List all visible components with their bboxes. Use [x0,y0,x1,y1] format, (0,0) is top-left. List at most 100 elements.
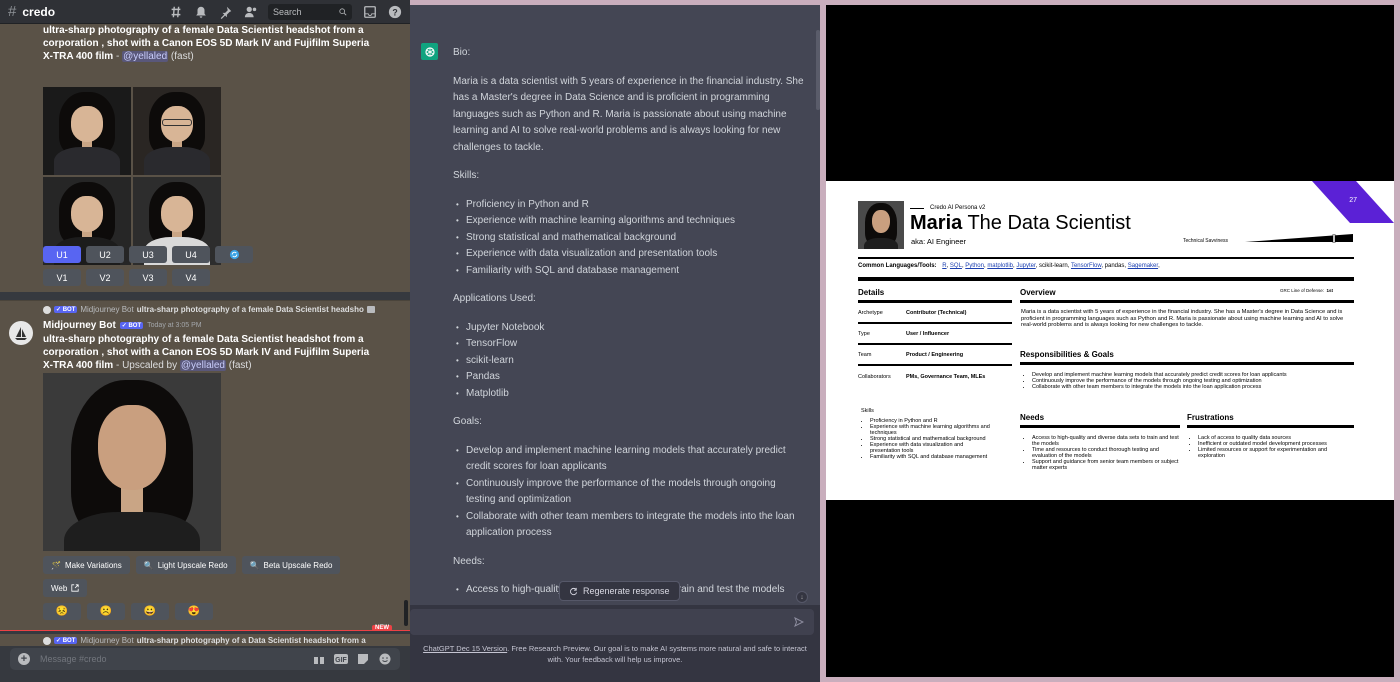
skills-list: Proficiency in Python and R Experience w… [862,418,990,460]
bot-badge: ✓ BOT [54,637,78,644]
reaction-persevere-button[interactable]: 😣 [43,603,81,620]
goals-list: Develop and implement machine learning m… [453,443,805,542]
detail-row: Archetype Contributor (Technical) [858,303,1012,324]
divider [1020,425,1180,428]
detail-row: Type User / Influencer [858,324,1012,345]
send-icon[interactable] [794,617,804,627]
emoji-icon[interactable] [378,653,392,665]
image-grid[interactable] [43,87,221,265]
bell-icon[interactable] [193,4,208,19]
divider [858,277,1354,281]
timestamp: Today at 3:05 PM [147,322,202,329]
upscaled-image[interactable] [43,373,221,551]
sticker-icon[interactable] [356,653,370,665]
regenerate-response-button[interactable]: Regenerate response [559,581,680,601]
frustrations-list: Lack of access to quality data sources I… [1190,435,1354,459]
reaction-heart-eyes-button[interactable]: 😍 [175,603,213,620]
search-icon [339,7,347,15]
author-name[interactable]: Midjourney Bot [43,320,116,331]
persona-name: Maria [910,212,963,234]
version-text: Credo AI Persona v2 [930,205,986,211]
u2-button[interactable]: U2 [86,246,124,263]
reply-reference[interactable]: ✓ BOT Midjourney Bot ultra-sharp photogr… [43,305,375,314]
lang-matplotlib[interactable]: matplotlib [987,263,1013,269]
savviness-gauge [1245,234,1353,243]
grid-image[interactable] [133,87,221,175]
v3-button[interactable]: V3 [129,269,167,286]
goals-heading: Goals: [453,416,482,427]
variation-button-row: V1 V2 V3 V4 [43,269,210,286]
v4-button[interactable]: V4 [172,269,210,286]
gif-icon[interactable]: GIF [334,653,348,665]
reaction-frown-button[interactable]: ☹️ [87,603,125,620]
discord-topbar: # credo Search ? [0,0,410,24]
attach-plus-icon[interactable]: + [18,653,30,665]
detail-value: PMs, Governance Team, MLEs [906,373,986,380]
light-upscale-label: Light Upscale Redo [157,560,228,570]
overview-heading: Overview [1020,288,1056,297]
prompt-input[interactable] [410,609,814,635]
u4-button[interactable]: U4 [172,246,210,263]
list-item: Proficiency in Python and R [453,197,805,214]
scrollbar[interactable] [816,30,820,110]
pin-icon[interactable] [218,4,233,19]
details-heading: Details [858,288,885,297]
footer-disclaimer: ChatGPT Dec 15 Version. Free Research Pr… [420,643,810,665]
search-placeholder: Search [273,6,302,17]
list-item: Experience with data visualization and p… [453,246,805,263]
v1-button[interactable]: V1 [43,269,81,286]
prompt-text: ultra-sharp photography of a female Data… [43,25,370,62]
lang-jupyter[interactable]: Jupyter [1016,263,1035,269]
grc-line: GRC Line of Defense: 1st [1280,288,1333,293]
message-grid-result: ultra-sharp photography of a female Data… [0,24,410,292]
gift-icon[interactable] [312,653,326,665]
list-item: Familiarity with SQL and database manage… [453,263,805,280]
lang-sql[interactable]: SQL [950,263,962,269]
upscaled-by-label: - Upscaled by [113,360,180,371]
detail-value: User / Influencer [906,330,950,337]
scrollbar[interactable] [404,600,408,626]
help-icon[interactable]: ? [387,4,402,19]
web-link-button[interactable]: Web [43,579,88,597]
u1-button[interactable]: U1 [43,246,81,263]
inbox-icon[interactable] [362,4,377,19]
u3-button[interactable]: U3 [129,246,167,263]
list-item: Experience with machine learning algorit… [870,424,990,436]
lang-r[interactable]: R [942,263,946,269]
upscale-button-row: U1 U2 U3 U4 [43,246,253,263]
avatar[interactable] [9,321,33,345]
grc-value: 1st [1326,288,1334,293]
lang-sagemaker[interactable]: Sagemaker [1128,263,1158,269]
lang-tensorflow[interactable]: TensorFlow [1071,263,1101,269]
overview-text: Maria is a data scientist with 5 years o… [1021,309,1344,328]
make-variations-button[interactable]: 🪄 Make Variations [43,556,130,574]
footer-text: . Free Research Preview. Our goal is to … [507,644,807,664]
beta-upscale-redo-button[interactable]: 🔍 Beta Upscale Redo [241,556,341,574]
search-input[interactable]: Search [268,3,352,20]
list-item: Collaborate with other team members to i… [1032,384,1354,390]
lang-python[interactable]: Python [965,263,984,269]
magnifier-icon: 🔍 [143,560,154,570]
reply-reference[interactable]: ✓ BOT Midjourney Bot ultra-sharp photogr… [43,636,366,645]
list-item: Experience with data visualization and p… [870,442,990,454]
version-link[interactable]: ChatGPT Dec 15 Version [423,644,507,653]
speed-label: (fast) [168,51,194,62]
message-composer[interactable]: + Message #credo GIF [10,648,400,670]
grid-image[interactable] [43,87,131,175]
skills-heading: Skills: [453,170,480,181]
threads-icon[interactable] [168,4,183,19]
user-mention[interactable]: @yellaled [122,51,169,62]
chatgpt-logo-icon [421,43,438,60]
user-mention[interactable]: @yellaled [179,360,226,371]
apps-heading: Applications Used: [453,293,536,304]
list-item: Develop and implement machine learning m… [453,443,805,476]
magnifier-icon: 🔍 [249,560,260,570]
image-icon [366,306,375,313]
scroll-down-icon[interactable]: ↓ [796,591,808,603]
v2-button[interactable]: V2 [86,269,124,286]
reroll-icon [229,249,239,260]
members-icon[interactable] [243,4,258,19]
reroll-button[interactable] [215,246,253,263]
reaction-grin-button[interactable]: 😀 [131,603,169,620]
light-upscale-redo-button[interactable]: 🔍 Light Upscale Redo [135,556,236,574]
